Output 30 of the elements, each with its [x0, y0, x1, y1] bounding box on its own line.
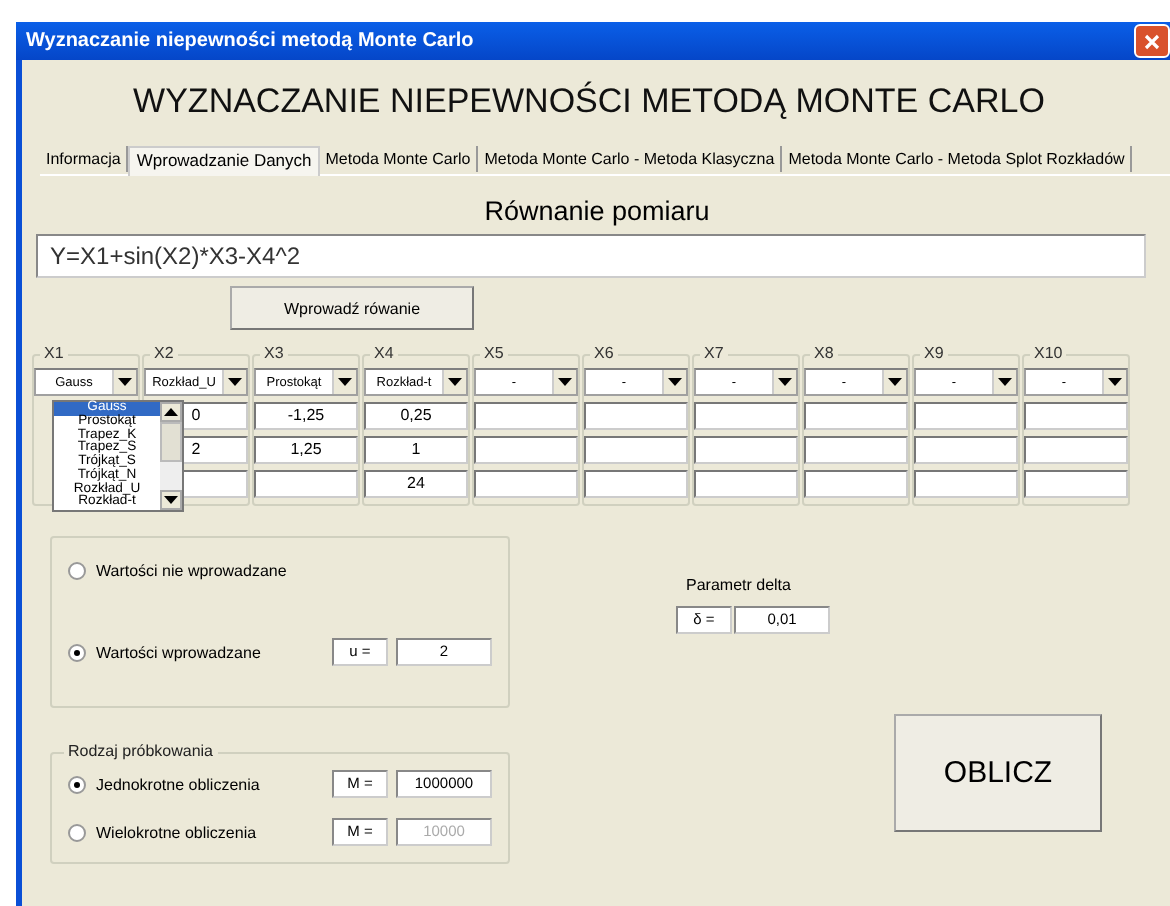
enter-equation-button[interactable]: Wprowadź rówanie: [230, 286, 474, 330]
compute-button[interactable]: OBLICZ: [894, 714, 1102, 832]
value-field[interactable]: -1,25: [254, 402, 358, 430]
tab[interactable]: Metoda Monte Carlo - Metoda Splot Rozkładów: [782, 146, 1133, 172]
value-field[interactable]: 24: [364, 470, 468, 498]
column-label: X9: [920, 344, 948, 364]
radio-option[interactable]: Jednokrotne obliczenia: [68, 775, 332, 793]
window-title: Wyznaczanie niepewności metodą Monte Carlo: [24, 30, 474, 52]
column-label: X10: [1030, 344, 1067, 364]
equation-field[interactable]: Y=X1+sin(X2)*X3-X4^2: [36, 234, 1146, 278]
column-label: X5: [480, 344, 508, 364]
tab[interactable]: Metoda Monte Carlo: [319, 146, 479, 172]
radio-option[interactable]: Wartości wprowadzane: [68, 643, 332, 661]
field-caption: Parametr delta: [686, 576, 793, 594]
tab[interactable]: Wprowadzanie Danych: [128, 146, 320, 176]
value-field[interactable]: 0,25: [364, 402, 468, 430]
column-label: X6: [590, 344, 618, 364]
radio-option[interactable]: Wartości nie wprowadzane: [68, 561, 332, 579]
column-label: X7: [700, 344, 728, 364]
group-title: Rodzaj próbkowania: [64, 742, 217, 760]
column-label: X4: [370, 344, 398, 364]
column-label: X3: [260, 344, 288, 364]
column-label: X2: [150, 344, 178, 364]
page-heading: WYZNACZANIE NIEPEWNOŚCI METODĄ MONTE CARLO: [131, 82, 1047, 124]
column-label: X8: [810, 344, 838, 364]
value-field[interactable]: 1,25: [254, 436, 358, 464]
section-title: Równanie pomiaru: [482, 196, 712, 226]
column-label: X1: [40, 344, 68, 364]
value-field[interactable]: 1: [364, 436, 468, 464]
tab[interactable]: Metoda Monte Carlo - Metoda Klasyczna: [478, 146, 783, 172]
